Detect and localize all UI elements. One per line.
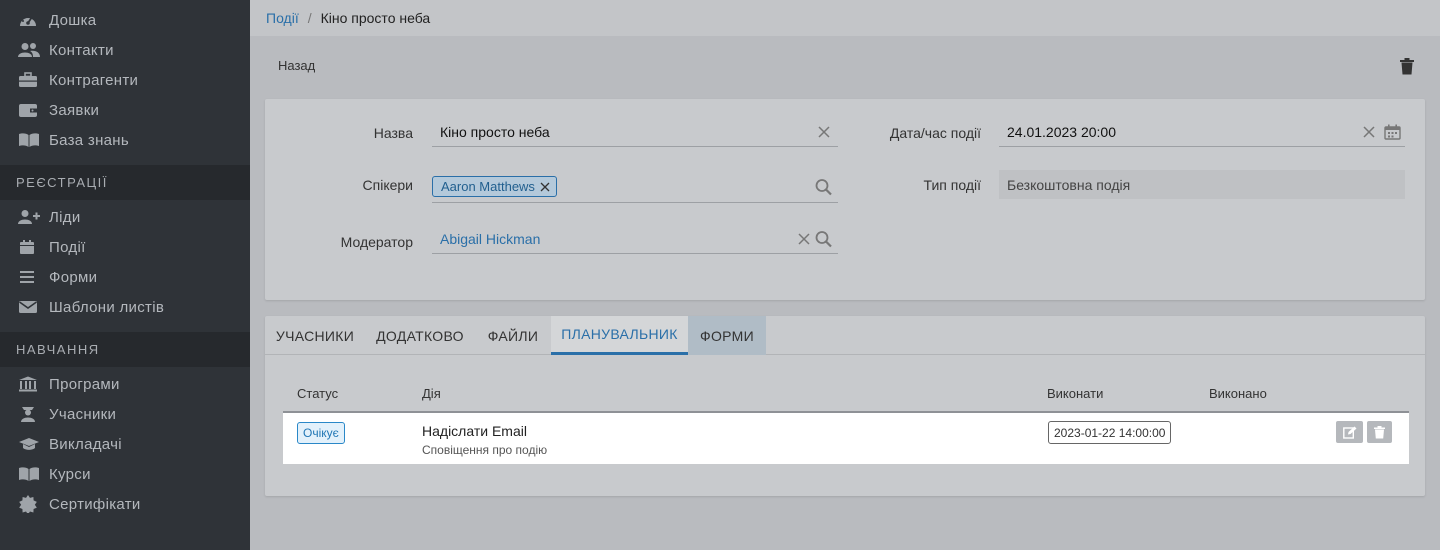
- sidebar-item-label: База знань: [49, 131, 130, 149]
- sidebar-section-registrations: РЕЄСТРАЦІЇ: [0, 165, 250, 200]
- name-field[interactable]: Кіно просто неба: [432, 118, 838, 147]
- column-executed: Виконано: [1209, 386, 1267, 401]
- certificate-icon: [18, 495, 40, 513]
- sidebar: Дошка Контакти Контрагенти Заявки База з…: [0, 0, 250, 550]
- speaker-chip-label: Aaron Matthews: [441, 179, 535, 194]
- sidebar-section-learning: НАВЧАННЯ: [0, 332, 250, 367]
- sidebar-item-label: Заявки: [49, 101, 100, 119]
- briefcase-icon: [18, 71, 40, 89]
- sidebar-item-label: Викладачі: [49, 435, 122, 453]
- tab-participants[interactable]: УЧАСНИКИ: [265, 316, 365, 355]
- dashboard-icon: [18, 11, 40, 29]
- delete-row-button[interactable]: [1367, 421, 1392, 443]
- speakers-label: Спікери: [362, 177, 413, 193]
- sidebar-item-label: Контрагенти: [49, 71, 139, 89]
- sidebar-item-label: Ліди: [49, 208, 81, 226]
- user-plus-icon: [18, 208, 40, 226]
- sidebar-item-events[interactable]: Події: [0, 232, 250, 262]
- sidebar-item-label: Дошка: [49, 11, 97, 29]
- speakers-field[interactable]: Aaron Matthews: [432, 171, 838, 203]
- main-content: Події / Кіно просто неба Назад Назва Кін…: [250, 0, 1440, 550]
- name-value: Кіно просто неба: [440, 124, 550, 140]
- moderator-value[interactable]: Abigail Hickman: [440, 231, 540, 247]
- sidebar-item-email-templates[interactable]: Шаблони листів: [0, 292, 250, 322]
- calendar-icon: [18, 238, 40, 256]
- tabs-card: УЧАСНИКИ ДОДАТКОВО ФАЙЛИ ПЛАНУВАЛЬНИК ФО…: [265, 316, 1425, 496]
- breadcrumb-separator: /: [307, 10, 312, 26]
- breadcrumb-current: Кіно просто неба: [320, 10, 431, 26]
- speaker-chip: Aaron Matthews: [432, 176, 557, 197]
- sidebar-item-forms[interactable]: Форми: [0, 262, 250, 292]
- sidebar-item-label: Учасники: [49, 405, 117, 423]
- tab-scheduler[interactable]: ПЛАНУВАЛЬНИК: [551, 316, 688, 355]
- tab-files[interactable]: ФАЙЛИ: [475, 316, 551, 355]
- clear-datetime-icon[interactable]: [1363, 126, 1375, 138]
- sidebar-item-label: Сертифікати: [49, 495, 141, 513]
- column-status: Статус: [297, 386, 339, 401]
- sidebar-item-teachers[interactable]: Викладачі: [0, 429, 250, 459]
- sidebar-item-knowledge-base[interactable]: База знань: [0, 125, 250, 155]
- action-title: Надіслати Email: [422, 423, 527, 439]
- execute-date: 2023-01-22 14:00:00: [1048, 421, 1172, 444]
- moderator-label: Модератор: [340, 234, 413, 250]
- tab-bar: УЧАСНИКИ ДОДАТКОВО ФАЙЛИ ПЛАНУВАЛЬНИК ФО…: [265, 316, 1425, 355]
- edit-icon: [1342, 426, 1356, 439]
- sidebar-item-requests[interactable]: Заявки: [0, 95, 250, 125]
- sidebar-item-label: Програми: [49, 375, 120, 393]
- sidebar-section-label: РЕЄСТРАЦІЇ: [16, 175, 108, 190]
- sidebar-item-leads[interactable]: Ліди: [0, 202, 250, 232]
- tab-additional[interactable]: ДОДАТКОВО: [365, 316, 475, 355]
- book-icon: [18, 465, 40, 483]
- trash-icon: [1374, 425, 1385, 438]
- moderator-field[interactable]: Abigail Hickman: [432, 225, 838, 254]
- datetime-field[interactable]: 24.01.2023 20:00: [999, 118, 1405, 147]
- list-icon: [18, 268, 40, 286]
- sidebar-item-courses[interactable]: Курси: [0, 459, 250, 489]
- clear-moderator-icon[interactable]: [798, 233, 810, 245]
- sidebar-section-label: НАВЧАННЯ: [16, 342, 100, 357]
- column-action: Дія: [422, 386, 441, 401]
- action-subtitle: Сповіщення про подію: [422, 443, 548, 457]
- sidebar-item-label: Форми: [49, 268, 98, 286]
- users-icon: [18, 41, 40, 59]
- remove-speaker-icon[interactable]: [540, 182, 550, 192]
- wallet-icon: [18, 101, 40, 119]
- status-badge: Очікує: [297, 422, 345, 444]
- search-moderator-icon[interactable]: [815, 231, 832, 248]
- calendar-picker-icon[interactable]: [1384, 124, 1401, 140]
- envelope-icon: [18, 298, 40, 316]
- event-type-field: Безкоштовна подія: [999, 170, 1405, 199]
- event-form-card: Назва Кіно просто неба Дата/час події 24…: [265, 99, 1425, 300]
- sidebar-item-contacts[interactable]: Контакти: [0, 35, 250, 65]
- sidebar-item-counterparties[interactable]: Контрагенти: [0, 65, 250, 95]
- sidebar-item-participants[interactable]: Учасники: [0, 399, 250, 429]
- sidebar-item-certificates[interactable]: Сертифікати: [0, 489, 250, 519]
- sidebar-item-dashboard[interactable]: Дошка: [0, 5, 250, 35]
- column-execute: Виконати: [1047, 386, 1104, 401]
- delete-button[interactable]: [1400, 58, 1418, 76]
- graduation-cap-icon: [18, 435, 40, 453]
- datetime-label: Дата/час події: [889, 125, 981, 141]
- trash-icon: [1400, 58, 1414, 75]
- tab-forms[interactable]: ФОРМИ: [688, 316, 766, 355]
- table-row: Очікує Надіслати Email Сповіщення про по…: [283, 411, 1409, 464]
- name-label: Назва: [373, 125, 413, 141]
- sidebar-item-label: Шаблони листів: [49, 298, 165, 316]
- breadcrumb: Події / Кіно просто неба: [250, 0, 1440, 36]
- sidebar-item-programs[interactable]: Програми: [0, 369, 250, 399]
- book-icon: [18, 131, 40, 149]
- student-icon: [18, 405, 40, 423]
- back-button[interactable]: Назад: [278, 58, 315, 73]
- event-type-label: Тип події: [923, 177, 981, 193]
- breadcrumb-link-events[interactable]: Події: [266, 10, 299, 26]
- edit-button[interactable]: [1336, 421, 1363, 443]
- sidebar-item-label: Події: [49, 238, 86, 256]
- sidebar-item-label: Курси: [49, 465, 91, 483]
- event-type-value: Безкоштовна подія: [1007, 176, 1131, 193]
- bank-icon: [18, 375, 40, 393]
- sidebar-item-label: Контакти: [49, 41, 114, 59]
- datetime-value: 24.01.2023 20:00: [1007, 124, 1116, 140]
